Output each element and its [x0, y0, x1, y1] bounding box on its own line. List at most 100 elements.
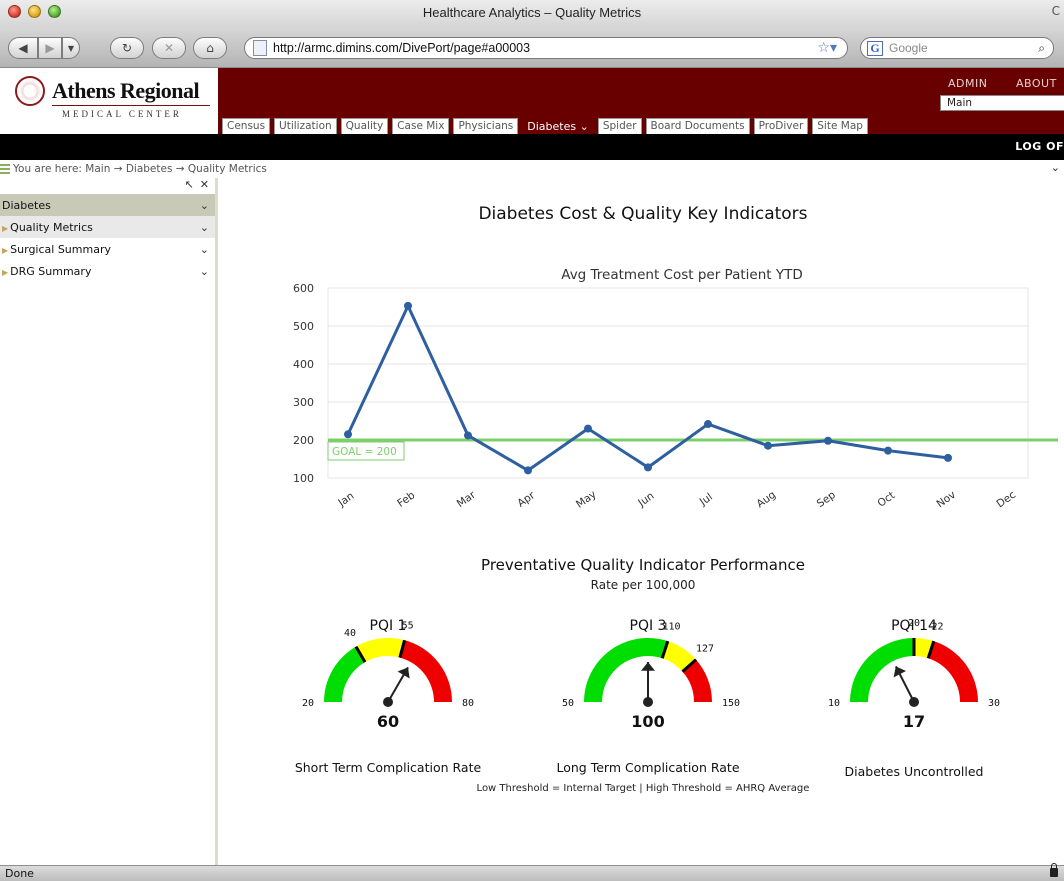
pqi-section-title: Preventative Quality Indicator Performan… [481, 556, 805, 574]
address-bar[interactable]: http://armc.dimins.com/DivePort/page#a00… [244, 37, 848, 59]
sidebar-item-surgical-summary[interactable]: ▶ Surgical Summary ⌄ [0, 238, 215, 260]
logo-name: Athens Regional [52, 78, 200, 103]
data-point [824, 436, 832, 445]
gauge-min-label: 20 [302, 698, 314, 709]
breadcrumb-text[interactable]: You are here: Main → Diabetes → Quality … [13, 163, 267, 175]
google-engine-icon[interactable]: G [867, 40, 883, 56]
threshold-label: 127 [696, 644, 714, 655]
x-tick-label: Sep [815, 489, 838, 510]
status-text: Done [5, 867, 34, 880]
gauge-band-green [850, 638, 914, 702]
threshold-note: Low Threshold = Internal Target | High T… [476, 783, 810, 794]
tab-quality[interactable]: Quality [340, 118, 389, 134]
tab-case-mix[interactable]: Case Mix [392, 118, 450, 134]
logo-subtitle: MEDICAL CENTER [62, 109, 182, 119]
gauge-max-label: 150 [722, 698, 740, 709]
data-point [344, 430, 352, 439]
tab-utilization[interactable]: Utilization [274, 118, 337, 134]
url-text[interactable]: http://armc.dimins.com/DivePort/page#a00… [273, 41, 817, 55]
sidebar-header-diabetes[interactable]: Diabetes ⌄ [0, 194, 215, 216]
data-point [764, 441, 772, 450]
home-icon: ⌂ [206, 41, 214, 55]
pin-icon[interactable]: ↖ [185, 178, 194, 191]
search-icon[interactable]: ⌕ [1038, 41, 1045, 56]
gauge-value: 17 [903, 712, 925, 731]
y-tick-label: 600 [293, 282, 314, 295]
menu-icon[interactable] [0, 164, 10, 174]
main-content: Diabetes Cost & Quality Key Indicators A… [222, 178, 1064, 865]
tab-physicians[interactable]: Physicians [453, 118, 519, 134]
page-icon [253, 40, 267, 56]
y-tick-label: 500 [293, 320, 314, 333]
sidebar-item-label: DRG Summary [10, 264, 92, 278]
sidebar-item-label: Quality Metrics [10, 220, 93, 234]
gauge-min-label: 10 [828, 698, 840, 709]
forward-button[interactable]: ▶ [38, 37, 62, 59]
x-tick-label: May [574, 488, 599, 510]
back-button[interactable]: ◀ [8, 37, 38, 59]
x-tick-label: Feb [395, 489, 417, 510]
search-input[interactable]: Google [889, 41, 1038, 55]
chevron-down-icon[interactable]: ⌄ [200, 265, 209, 278]
breadcrumb: You are here: Main → Diabetes → Quality … [0, 160, 1064, 178]
reload-button[interactable]: ↻ [110, 37, 144, 59]
stop-button[interactable]: ✕ [152, 37, 186, 59]
data-point [524, 466, 532, 475]
tab-prodiver[interactable]: ProDiver [753, 118, 809, 134]
x-tick-label: Apr [515, 489, 537, 510]
x-tick-label: Jul [697, 491, 715, 509]
sidebar-item-drg-summary[interactable]: ▶ DRG Summary ⌄ [0, 260, 215, 282]
y-tick-label: 300 [293, 396, 314, 409]
close-icon[interactable]: ✕ [200, 178, 209, 191]
tab-diabetes[interactable]: Diabetes ⌄ [522, 118, 594, 134]
hospital-emblem-icon [15, 76, 45, 106]
view-select[interactable]: Main [940, 95, 1064, 111]
threshold-label: 20 [908, 618, 920, 629]
x-tick-label: Aug [754, 489, 778, 511]
gauge-label: Short Term Complication Rate [294, 760, 482, 775]
gauge-label: Long Term Complication Rate [556, 760, 740, 775]
gauge-max-label: 80 [462, 698, 474, 709]
data-point [704, 420, 712, 429]
bookmark-star-icon[interactable]: ☆▾ [817, 40, 837, 56]
chevron-down-icon[interactable]: ⌄ [200, 243, 209, 256]
gauge-dial: 110 127 50 150 100 [562, 622, 740, 731]
y-tick-label: 100 [293, 472, 314, 485]
gauge-band-green [584, 638, 668, 702]
sidebar-item-quality-metrics[interactable]: ▶ Quality Metrics ⌄ [0, 216, 215, 238]
toolbar-toggle-icon[interactable]: C [1052, 4, 1060, 18]
lock-icon[interactable] [1050, 863, 1058, 877]
admin-link[interactable]: ADMIN [948, 77, 987, 90]
gauge-pqi-14: PQI 14 20 22 10 30 17 Diabetes Uncontrolled [794, 610, 1034, 780]
search-box[interactable]: G Google ⌕ [860, 37, 1054, 59]
stop-icon: ✕ [163, 41, 175, 55]
tab-board-documents[interactable]: Board Documents [645, 118, 750, 134]
chevron-down-icon[interactable]: ⌄ [200, 199, 209, 212]
gauge-min-label: 50 [562, 698, 574, 709]
threshold-label: 22 [931, 622, 943, 633]
sidebar-tools: ↖ ✕ [0, 178, 215, 194]
chevron-down-icon[interactable]: ⌄ [200, 221, 209, 234]
about-link[interactable]: ABOUT [1016, 77, 1057, 90]
tab-census[interactable]: Census [222, 118, 271, 134]
needle-hub [909, 697, 919, 707]
tab-site-map[interactable]: Site Map [812, 118, 868, 134]
data-point [884, 446, 892, 455]
series-line [346, 304, 949, 472]
threshold-label: 110 [662, 622, 680, 633]
sidebar-item-label: Surgical Summary [10, 242, 111, 256]
logoff-link[interactable]: LOG OF [1015, 140, 1064, 153]
reload-icon: ↻ [121, 41, 133, 55]
gauge-dial: 20 22 10 30 17 [828, 618, 1000, 731]
site-logo[interactable]: Athens Regional MEDICAL CENTER [0, 68, 218, 134]
history-dropdown-button[interactable]: ▼ [62, 37, 80, 59]
triangle-right-icon: ▶ [2, 245, 9, 255]
needle-hub [383, 697, 393, 707]
tab-spider[interactable]: Spider [597, 118, 642, 134]
x-tick-label: Mar [455, 489, 479, 511]
window-title: Healthcare Analytics – Quality Metrics [422, 5, 642, 20]
pqi-section-subtitle: Rate per 100,000 [590, 578, 696, 592]
triangle-right-icon: ▶ [2, 223, 9, 233]
chevron-down-icon[interactable]: ⌄ [1051, 161, 1060, 174]
home-button[interactable]: ⌂ [193, 37, 227, 59]
